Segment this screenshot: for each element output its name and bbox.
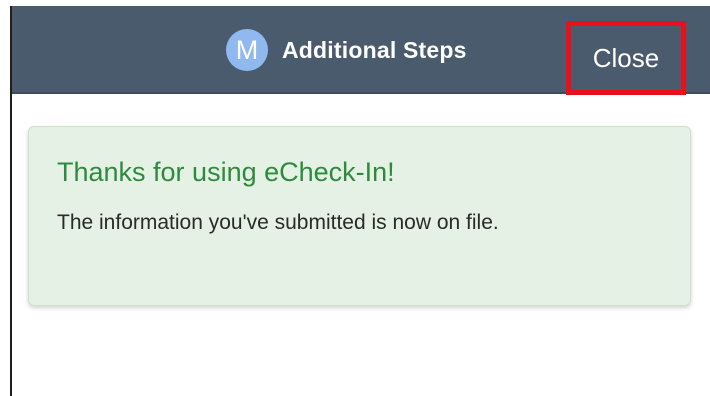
close-button[interactable]: Close	[566, 21, 686, 95]
avatar: M	[226, 29, 268, 71]
success-title: Thanks for using eCheck-In!	[57, 157, 395, 187]
page-title: Additional Steps	[282, 36, 467, 63]
header-title-group: M Additional Steps	[226, 6, 467, 94]
success-body-text: The information you've submitted is now …	[57, 211, 499, 234]
app-window: M Additional Steps Close Thanks for usin…	[0, 0, 710, 396]
success-message-card: Thanks for using eCheck-In! The informat…	[28, 126, 691, 306]
